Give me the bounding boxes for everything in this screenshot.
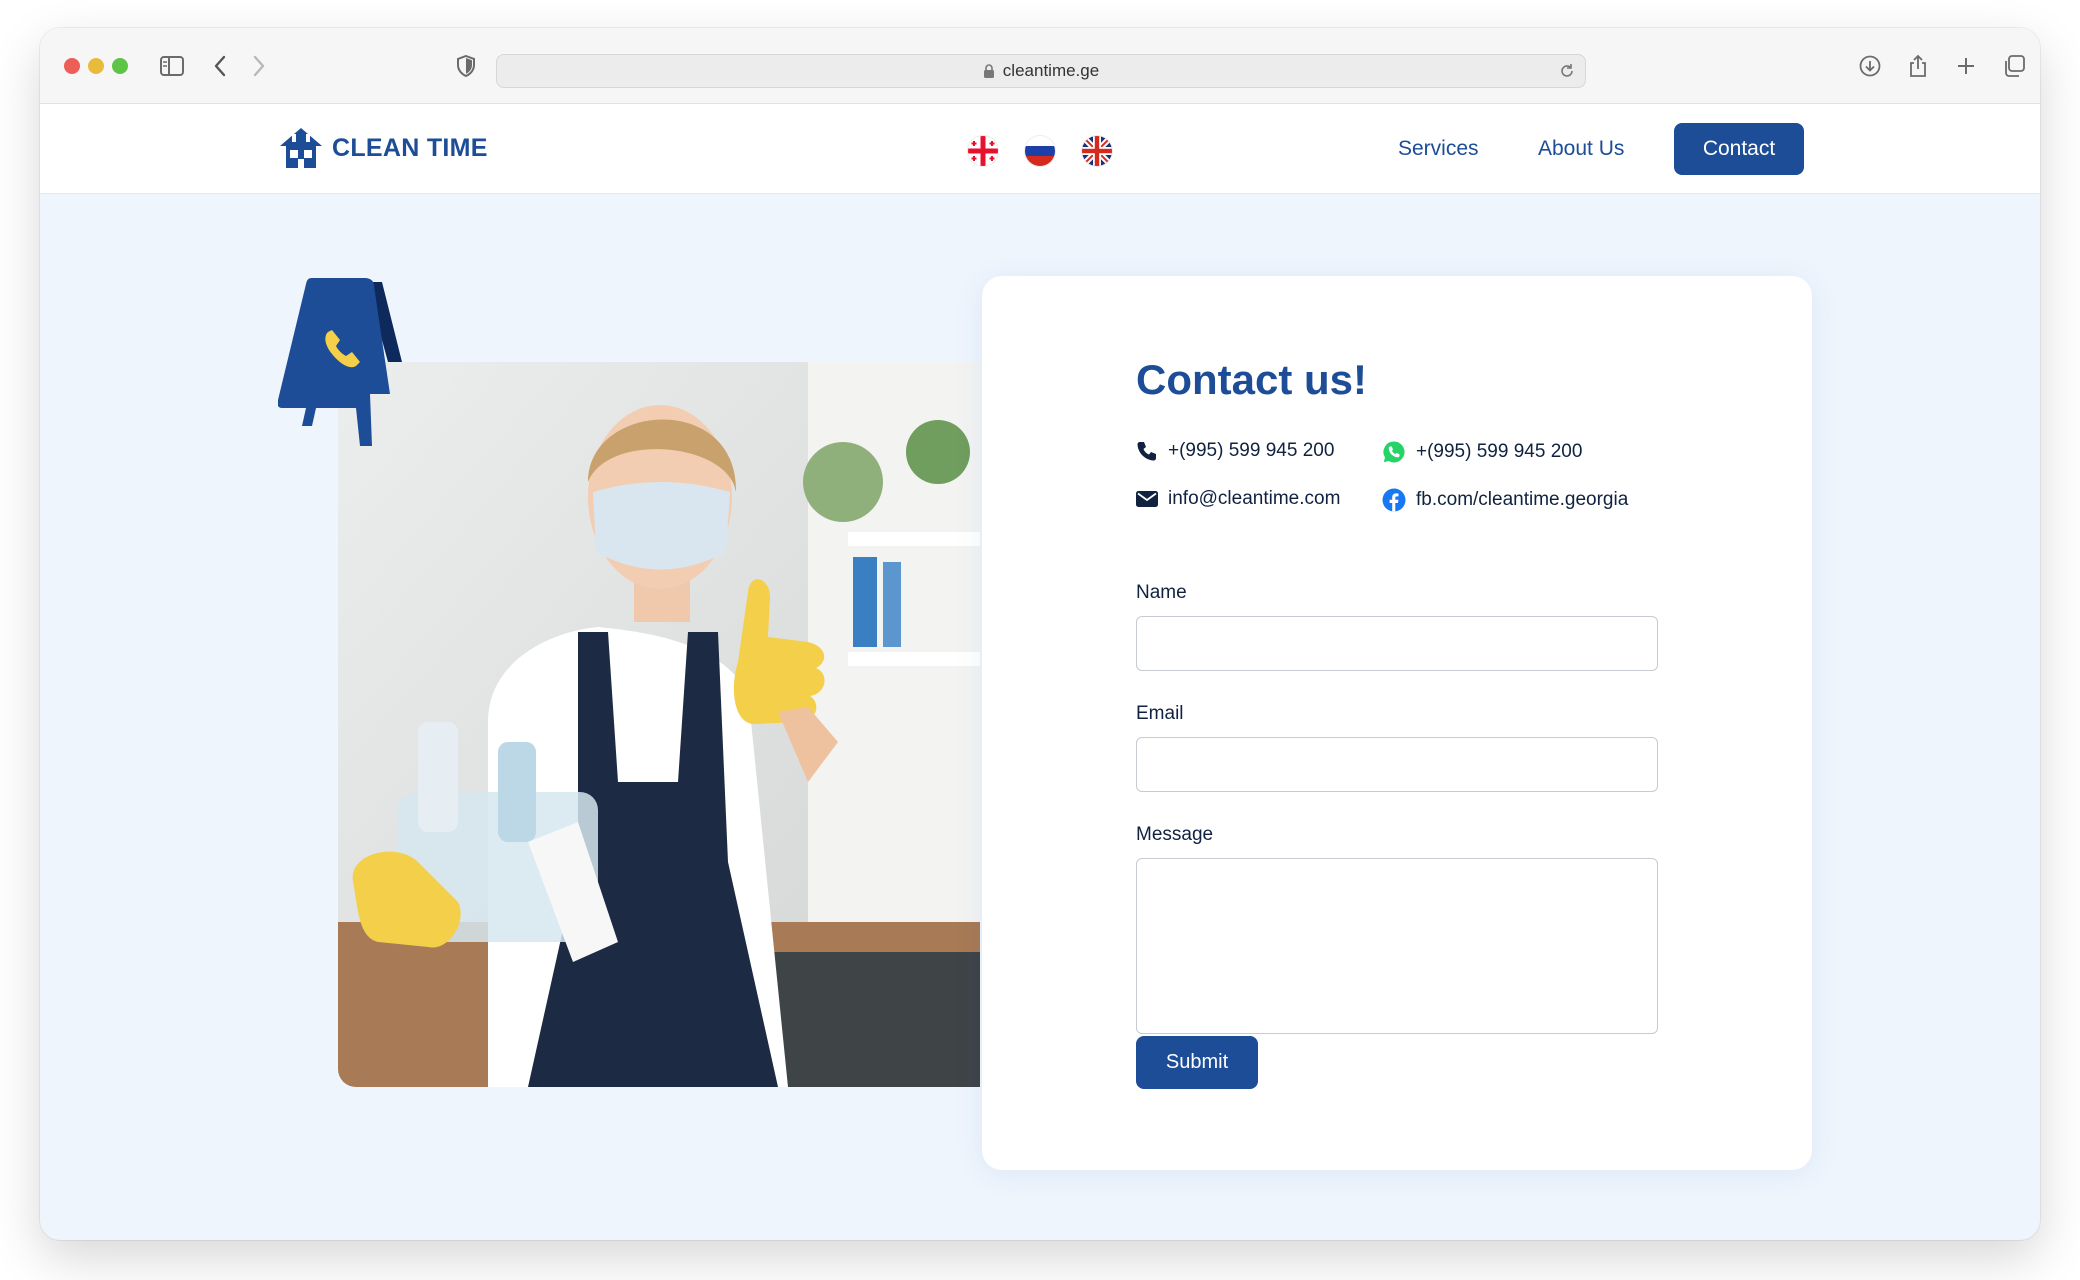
url-text: cleantime.ge [1002,61,1100,80]
house-logo-icon [280,128,322,168]
privacy-shield-icon[interactable] [450,50,482,82]
back-arrow-icon[interactable] [204,50,236,82]
site-logo[interactable]: CLEAN TIME [278,126,488,170]
minimize-window-button[interactable] [88,58,104,74]
whatsapp-contact[interactable]: +(995) 599 945 200 [1382,440,1582,464]
email-input[interactable] [1136,737,1658,792]
nav-about-link[interactable]: About Us [1538,137,1624,161]
downloads-icon[interactable] [1854,50,1886,82]
browser-toolbar: cleantime.ge [40,28,2040,104]
logo-text: CLEAN TIME [332,133,488,162]
cleaner-photo [338,362,980,1087]
lock-icon [983,63,994,78]
message-label: Message [1136,824,1214,845]
new-tab-plus-icon[interactable] [1950,50,1982,82]
zoom-window-button[interactable] [112,58,128,74]
language-switcher [968,136,1112,166]
name-input[interactable] [1136,616,1658,671]
facebook-link: fb.com/cleantime.georgia [1416,489,1629,510]
reload-icon[interactable] [1557,61,1577,81]
phone-number: +(995) 599 945 200 [1168,440,1335,461]
phone-contact[interactable]: +(995) 599 945 200 [1136,440,1334,462]
phone-sign-icon [277,276,402,451]
message-textarea[interactable] [1136,858,1658,1034]
contact-card: Contact us! +(995) 599 945 200 +(995) 59… [982,276,1812,1170]
facebook-contact[interactable]: fb.com/cleantime.georgia [1382,488,1628,512]
share-icon[interactable] [1902,50,1934,82]
email-address: info@cleantime.com [1168,488,1341,509]
name-label: Name [1136,582,1187,603]
browser-window: cleantime.ge CLEAN TIME Services About U… [40,28,2040,1240]
email-contact[interactable]: info@cleantime.com [1136,488,1340,510]
site-header: CLEAN TIME Services About Us Contact [40,104,2040,194]
submit-button[interactable]: Submit [1136,1036,1258,1089]
tab-overview-icon[interactable] [1998,50,2030,82]
sidebar-toggle-icon[interactable] [156,50,188,82]
close-window-button[interactable] [64,58,80,74]
email-label: Email [1136,703,1184,724]
phone-icon [1137,442,1156,461]
uk-flag-icon[interactable] [1082,136,1112,166]
envelope-icon [1136,491,1158,507]
whatsapp-number: +(995) 599 945 200 [1416,441,1583,462]
russia-flag-icon[interactable] [1025,136,1055,166]
nav-contact-button[interactable]: Contact [1674,123,1804,175]
forward-arrow-icon[interactable] [243,50,275,82]
contact-title: Contact us! [1136,356,1367,403]
facebook-icon [1382,488,1406,512]
georgia-flag-icon[interactable] [968,136,998,166]
nav-services-link[interactable]: Services [1398,137,1479,161]
whatsapp-icon [1383,441,1405,463]
address-bar[interactable]: cleantime.ge [496,54,1586,88]
